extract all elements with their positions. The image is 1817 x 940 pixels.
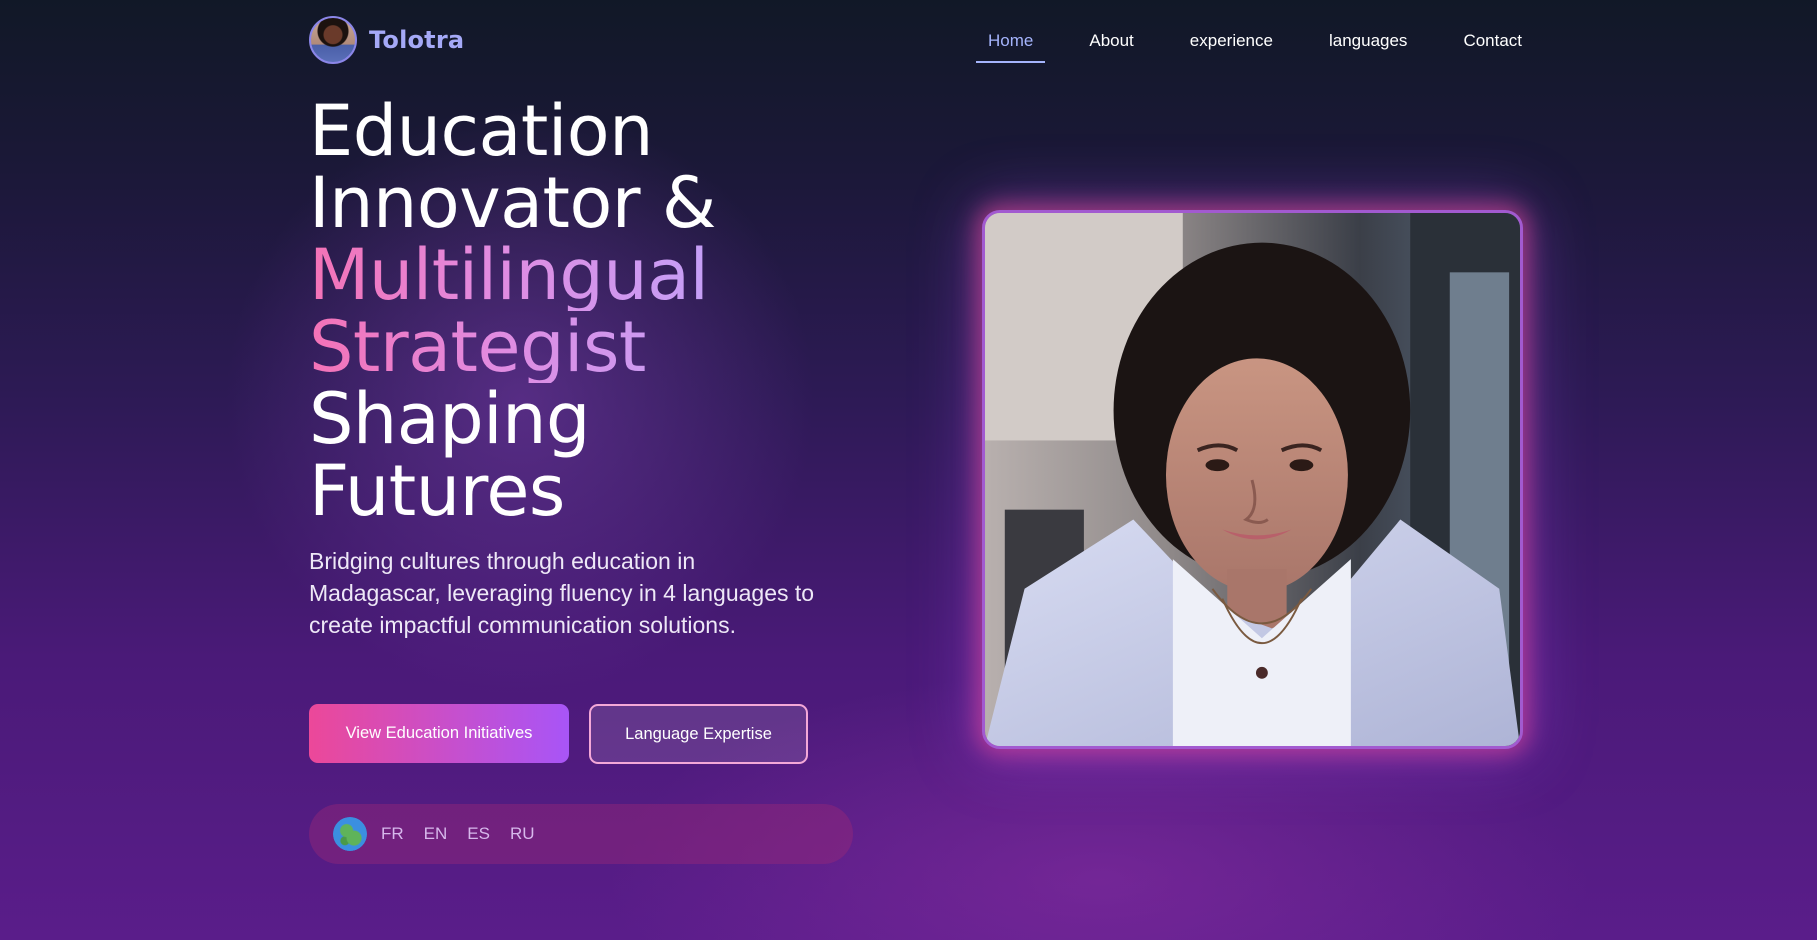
- profile-photo: [982, 210, 1523, 749]
- headline-line: Futures: [309, 450, 565, 532]
- headline-highlight: Strategist: [309, 311, 716, 383]
- nav-item-contact[interactable]: Contact: [1451, 28, 1534, 63]
- hero-headline: Education Innovator & Multilingual Strat…: [309, 95, 716, 527]
- language-expertise-button[interactable]: Language Expertise: [589, 704, 808, 764]
- globe-icon: [333, 817, 367, 851]
- nav-item-home[interactable]: Home: [976, 28, 1046, 63]
- nav-item-about[interactable]: About: [1077, 28, 1145, 63]
- nav-links: Home About experience languages Contact: [976, 28, 1534, 63]
- nav-item-languages[interactable]: languages: [1317, 28, 1419, 63]
- profile-avatar: [309, 16, 357, 64]
- portrait-illustration: [985, 213, 1520, 746]
- language-code-en[interactable]: EN: [424, 824, 448, 844]
- language-code-es[interactable]: ES: [467, 824, 490, 844]
- nav-item-experience[interactable]: experience: [1178, 28, 1285, 63]
- brand-name: Tolotra: [369, 26, 465, 54]
- languages-bar: FR EN ES RU: [309, 804, 853, 864]
- view-education-initiatives-button[interactable]: View Education Initiatives: [309, 704, 569, 763]
- language-code-fr[interactable]: FR: [381, 824, 404, 844]
- top-nav: Tolotra Home About experience languages …: [0, 0, 1817, 80]
- headline-highlight: Multilingual: [309, 239, 716, 311]
- brand[interactable]: Tolotra: [309, 16, 464, 64]
- headline-line: Education: [309, 90, 653, 172]
- language-code-ru[interactable]: RU: [510, 824, 535, 844]
- hero-subtitle: Bridging cultures through education in M…: [309, 548, 815, 638]
- headline-line: Shaping: [309, 378, 590, 460]
- headline-line: Innovator &: [309, 162, 716, 244]
